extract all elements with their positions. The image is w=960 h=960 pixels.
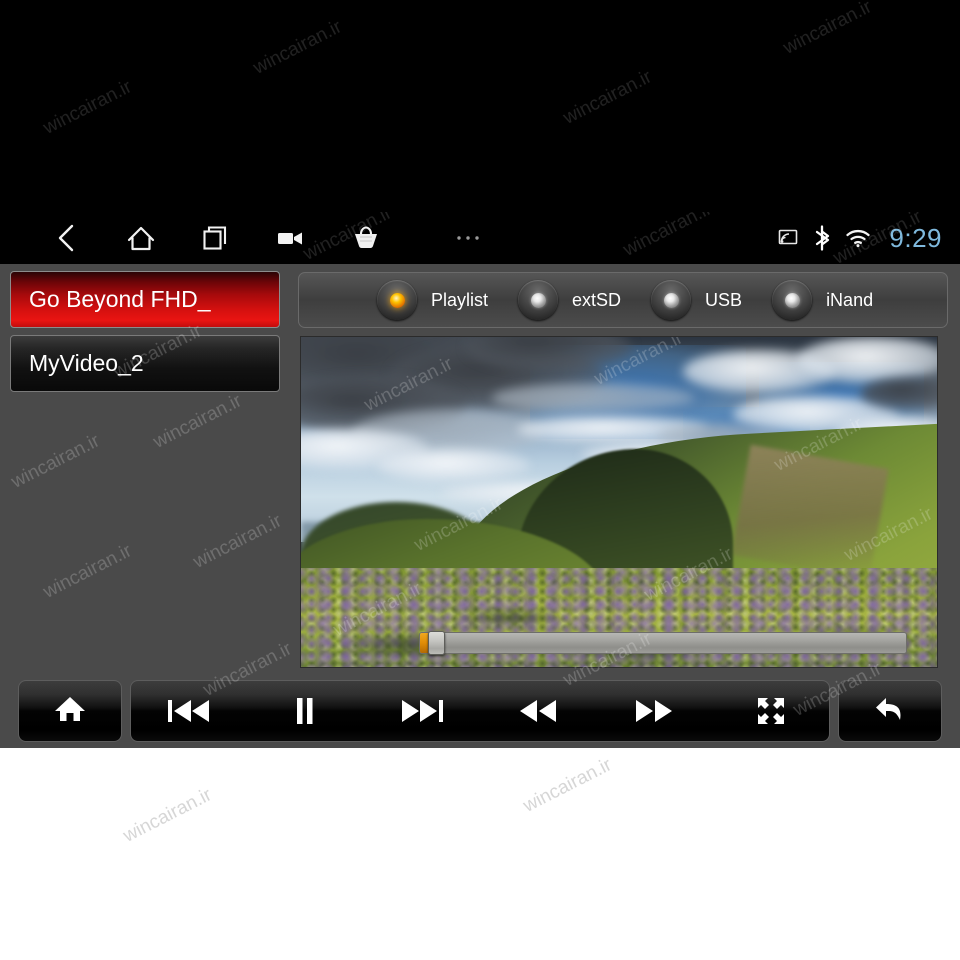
- watermark: wincairan.ir: [520, 754, 616, 817]
- playlist-item-label: MyVideo_2: [29, 350, 144, 376]
- source-option-extsd[interactable]: extSD: [518, 280, 621, 320]
- video-surface[interactable]: wincairan.ir wincairan.ir wincairan.ir w…: [300, 336, 938, 668]
- next-track-button[interactable]: [364, 681, 480, 741]
- head-unit-screen: 9:29 wincairan.ir wincairan.ir wincairan…: [0, 212, 960, 748]
- watermark: wincairan.ir: [190, 510, 286, 573]
- fast-forward-button[interactable]: [596, 681, 712, 741]
- system-status-icon-group: 9:29: [777, 212, 942, 264]
- fullscreen-button[interactable]: [713, 681, 829, 741]
- radio-knob-icon[interactable]: [518, 280, 559, 320]
- watermark: wincairan.ir: [620, 212, 716, 261]
- home-icon[interactable]: [103, 212, 178, 264]
- source-label: USB: [705, 289, 743, 310]
- progress-track[interactable]: [419, 632, 907, 654]
- android-status-bar: 9:29 wincairan.ir wincairan.ir wincairan…: [0, 212, 960, 269]
- watermark: wincairan.ir: [150, 390, 246, 453]
- watermark: wincairan.ir: [560, 66, 656, 129]
- radio-knob-icon[interactable]: [377, 280, 417, 320]
- home-button[interactable]: [18, 680, 122, 742]
- cast-icon[interactable]: [777, 229, 799, 247]
- recent-apps-icon[interactable]: [178, 212, 253, 264]
- hillside-scree: [731, 444, 889, 580]
- letterbox-top: wincairan.ir wincairan.ir wincairan.ir w…: [0, 0, 960, 212]
- playlist-item-label: Go Beyond FHD_: [29, 286, 211, 312]
- overflow-menu-icon[interactable]: [403, 212, 533, 264]
- radio-knob-icon[interactable]: [651, 280, 692, 320]
- navigation-button-group: [28, 212, 533, 264]
- basket-icon[interactable]: [328, 212, 403, 264]
- progress-thumb[interactable]: [428, 631, 445, 655]
- watermark: wincairan.ir: [8, 430, 104, 493]
- status-bar-clock: 9:29: [889, 222, 942, 253]
- playlist-sidebar: Go Beyond FHD_ MyVideo_2 wincairan.ir wi…: [0, 264, 290, 666]
- pause-button[interactable]: [247, 681, 363, 741]
- wifi-icon[interactable]: [845, 228, 871, 248]
- source-option-playlist[interactable]: Playlist: [377, 280, 488, 320]
- return-button[interactable]: [838, 680, 942, 742]
- watermark: wincairan.ir: [40, 76, 136, 139]
- rewind-button[interactable]: [480, 681, 596, 741]
- source-option-inand[interactable]: iNand: [772, 280, 873, 320]
- home-icon[interactable]: [53, 694, 87, 729]
- back-icon[interactable]: [28, 212, 103, 264]
- source-label: extSD: [572, 289, 622, 310]
- watermark: wincairan.ir: [120, 784, 216, 847]
- watermark: wincairan.ir: [780, 0, 876, 59]
- video-scene: [301, 337, 937, 667]
- video-progress-slider[interactable]: [419, 631, 907, 655]
- screenshot-video-icon[interactable]: [253, 212, 328, 264]
- screenshot-root: wincairan.ir wincairan.ir wincairan.ir w…: [0, 0, 960, 960]
- list-item[interactable]: MyVideo_2: [10, 335, 280, 392]
- source-selector-bar: Playlist extSD USB iNand: [298, 272, 948, 328]
- source-label: Playlist: [431, 289, 489, 310]
- watermark: wincairan.ir: [250, 16, 346, 79]
- player-control-bar: [0, 674, 960, 748]
- radio-knob-icon[interactable]: [772, 280, 813, 320]
- source-option-usb[interactable]: USB: [651, 280, 742, 320]
- list-item[interactable]: Go Beyond FHD_: [10, 271, 280, 328]
- previous-track-button[interactable]: [131, 681, 247, 741]
- bluetooth-icon[interactable]: [813, 225, 831, 251]
- letterbox-bottom: wincairan.ir wincairan.ir: [0, 748, 960, 960]
- media-button-group: [130, 680, 830, 742]
- return-arrow-icon[interactable]: [873, 694, 907, 729]
- source-label: iNand: [826, 289, 874, 310]
- watermark: wincairan.ir: [40, 540, 136, 603]
